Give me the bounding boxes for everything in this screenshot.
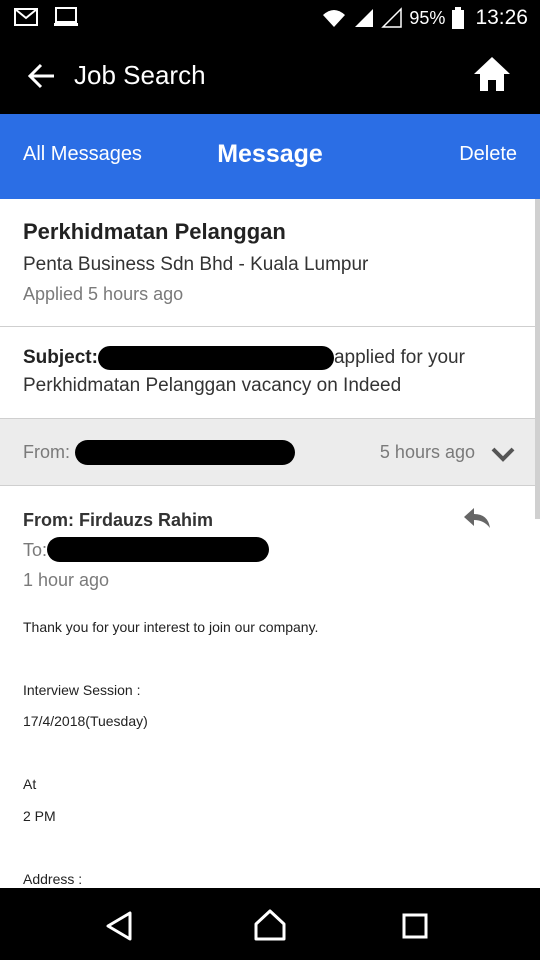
message-from: From: Firdauzs Rahim xyxy=(23,510,214,530)
app-bar: Job Search xyxy=(0,37,540,114)
reply-icon[interactable] xyxy=(462,506,492,530)
signal-empty-icon xyxy=(381,7,403,28)
job-summary[interactable]: Perkhidmatan Pelanggan Penta Business Sd… xyxy=(0,199,540,327)
subject-label: Subject: xyxy=(23,347,98,369)
back-arrow-icon[interactable] xyxy=(26,61,58,91)
message-body-line: Interview Session : xyxy=(23,682,141,698)
message-to-label: To: xyxy=(23,540,48,560)
subject-line: Subject: applied for your xyxy=(23,346,465,370)
message-time: 1 hour ago xyxy=(23,570,110,590)
signal-icon xyxy=(355,9,374,27)
screen-icon xyxy=(54,7,78,26)
message-content: From: Firdauzs Rahim To: 1 hour ago Than… xyxy=(0,486,540,888)
redaction-mark xyxy=(47,537,269,562)
from-time: 5 hours ago xyxy=(379,442,475,462)
status-bar: 95% 13:26 xyxy=(0,0,540,37)
subject-line-2: Perkhidmatan Pelanggan vacancy on Indeed xyxy=(23,375,402,396)
message-body-line: Address : xyxy=(23,871,83,887)
job-company: Penta Business Sdn Bhd - Kuala Lumpur xyxy=(23,254,369,275)
redaction-mark xyxy=(75,440,295,465)
nav-back-icon[interactable] xyxy=(104,910,136,942)
from-label: From: xyxy=(23,442,70,462)
gmail-icon xyxy=(14,8,38,26)
scrollbar[interactable] xyxy=(535,199,540,519)
status-left-icons xyxy=(14,7,78,27)
from-row[interactable]: From: 5 hours ago xyxy=(0,419,540,486)
nav-home-icon[interactable] xyxy=(253,908,287,942)
message-body-line: Thank you for your interest to join our … xyxy=(23,619,319,635)
redaction-mark xyxy=(97,346,334,370)
status-right: 95% 13:26 xyxy=(321,4,528,32)
home-icon[interactable] xyxy=(472,55,512,93)
job-title: Perkhidmatan Pelanggan xyxy=(23,219,286,244)
wifi-icon xyxy=(323,10,346,27)
message-body-line: 17/4/2018(Tuesday) xyxy=(23,713,148,729)
message-body-line: 2 PM xyxy=(23,808,56,824)
battery-icon xyxy=(452,7,465,29)
subject-block: Subject: applied for your Perkhidmatan Pe… xyxy=(0,328,540,419)
job-applied-time: Applied 5 hours ago xyxy=(23,284,184,304)
subject-text: applied for your xyxy=(333,347,465,369)
battery-percent: 95% xyxy=(409,7,446,28)
nav-recents-icon[interactable] xyxy=(401,912,429,940)
navigation-bar xyxy=(0,888,540,960)
chevron-down-icon[interactable] xyxy=(490,445,516,463)
clock: 13:26 xyxy=(475,6,528,29)
app-title: Job Search xyxy=(74,60,206,90)
delete-button[interactable]: Delete xyxy=(459,143,517,166)
message-toolbar: All Messages Message Delete xyxy=(0,114,540,199)
message-body-line: At xyxy=(23,776,37,792)
